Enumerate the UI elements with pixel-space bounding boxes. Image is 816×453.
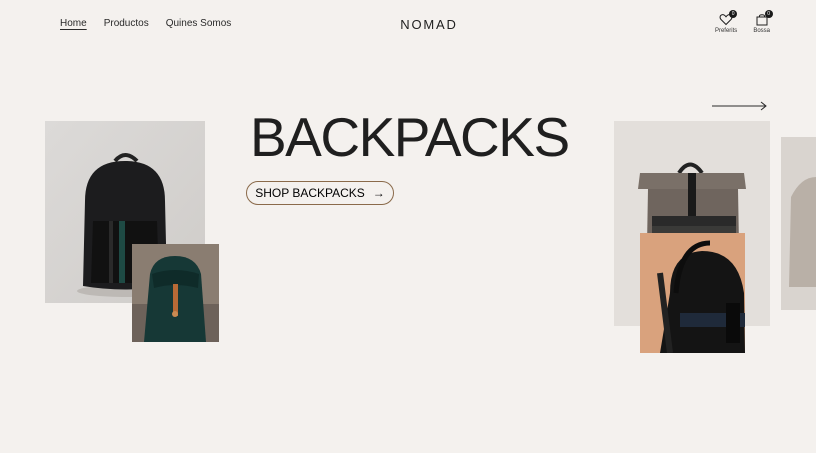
arrow-right-icon: →	[372, 186, 385, 200]
bag-button[interactable]: 0 Bossa	[753, 10, 773, 34]
hero-title: BACKPACKS	[250, 106, 570, 168]
product-image-green-backpack[interactable]	[132, 244, 219, 342]
favorites-button[interactable]: 0 Preferits	[714, 10, 738, 34]
bag-icon: 0	[755, 10, 773, 26]
brand-logo[interactable]: NOMAD	[0, 17, 816, 32]
product-image-black-closeup[interactable]	[640, 233, 745, 353]
heart-icon: 0	[719, 10, 738, 26]
favorites-count: 0	[729, 10, 738, 18]
long-arrow-right-icon[interactable]	[712, 100, 768, 112]
shop-backpacks-button[interactable]: SHOP BACKPACKS →	[246, 181, 394, 205]
utility-menu: 0 Preferits 0 Bossa	[714, 10, 773, 34]
favorites-label: Preferits	[714, 28, 738, 34]
product-image-partial[interactable]	[781, 137, 816, 310]
shop-backpacks-label: SHOP BACKPACKS	[255, 186, 365, 200]
bag-label: Bossa	[753, 28, 770, 34]
bag-count: 0	[764, 10, 773, 18]
